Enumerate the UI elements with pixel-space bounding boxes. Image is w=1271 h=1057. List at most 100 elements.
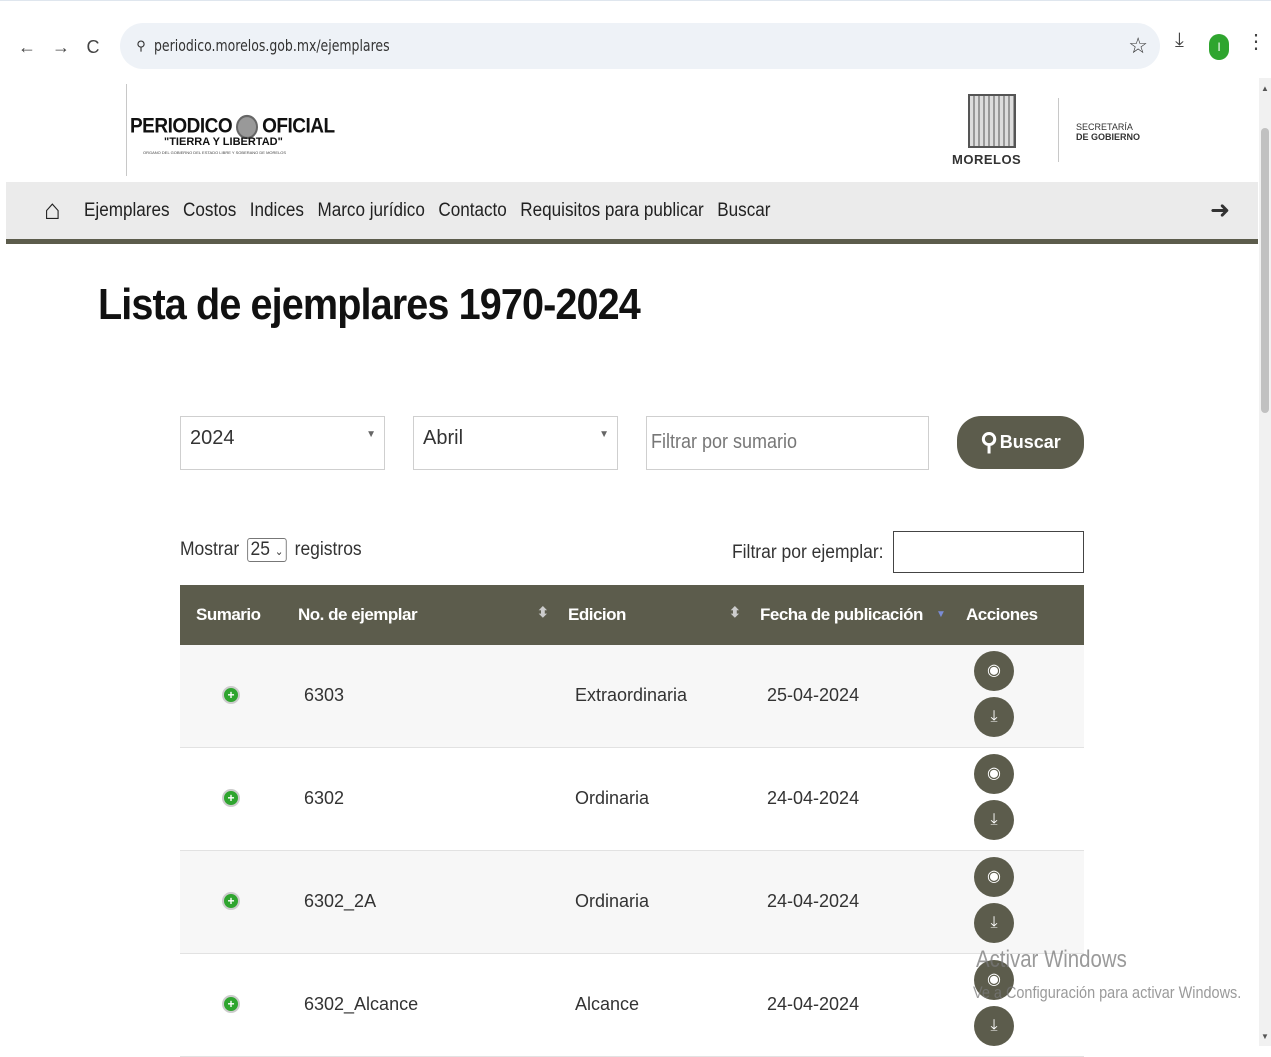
expand-plus-icon[interactable]: + [222,995,240,1013]
download-icon: ⤓ [990,1017,998,1034]
login-icon[interactable]: ➜ [1210,196,1230,225]
month-value: Abril [423,427,464,449]
cell-edicion: Ordinaria [575,788,650,808]
download-button[interactable]: ⤓ [974,800,1014,840]
ejemplares-table: Sumario No. de ejemplar ⬍ Edicion ⬍ Fech… [180,585,1084,1057]
nav-item-buscar[interactable]: Buscar [717,200,770,222]
page-length-select[interactable]: 25 ⌄ [246,538,288,562]
chevron-down-icon: ▼ [599,429,609,440]
view-button[interactable]: ◉ [974,754,1014,794]
browser-toolbar: ← → C ⚲ periodico.morelos.gob.mx/ejempla… [0,0,1271,78]
site-info-icon[interactable]: ⚲ [128,33,154,59]
search-icon: ⚲ [980,429,998,456]
search-button-label: Buscar [999,432,1061,452]
back-icon: ← [18,37,36,57]
reload-button[interactable]: C [82,33,104,61]
cell-edicion: Ordinaria [575,891,650,911]
logo-tagline: ORGANO DEL GOBIERNO DEL ESTADO LIBRE Y S… [143,150,287,155]
header-sumario[interactable]: Sumario [196,605,261,625]
secretaria-logo: SECRETARÍA DE GOBIERNO [1076,122,1140,142]
show-prefix: Mostrar [180,539,240,560]
sumario-placeholder: Filtrar por sumario [651,431,798,453]
cell-fecha: 24-04-2024 [767,891,860,911]
year-select[interactable]: 2024 ▼ [180,416,385,470]
nav-item-contacto[interactable]: Contacto [438,200,506,222]
page-scrollbar[interactable]: ▲ ▼ [1259,78,1271,1046]
chevron-down-icon: ▼ [366,429,376,440]
header-acciones: Acciones [966,605,1038,624]
download-button[interactable]: ⤓ [974,1006,1014,1046]
cell-fecha: 24-04-2024 [767,788,860,808]
header-numero[interactable]: No. de ejemplar [298,605,418,625]
expand-plus-icon[interactable]: + [222,686,240,704]
header-divider [1058,98,1059,162]
year-value: 2024 [190,427,235,449]
sort-desc-icon[interactable]: ▼ [936,609,946,620]
site-header: PERIODICO OFICIAL "TIERRA Y LIBERTAD" ORG… [6,78,1258,182]
bookmark-star-icon[interactable]: ☆ [1128,33,1148,59]
scroll-down-icon[interactable]: ▼ [1261,1032,1269,1041]
view-button[interactable]: ◉ [974,857,1014,897]
cell-edicion: Extraordinaria [575,685,688,705]
eye-icon: ◉ [987,765,1001,782]
downloads-icon[interactable]: ⤓ [1175,29,1184,52]
forward-icon: → [52,37,70,57]
logo-left-text: PERIODICO [130,114,233,139]
nav-item-indices[interactable]: Indices [250,200,304,222]
home-icon[interactable]: ⌂ [44,194,61,226]
download-icon: ⤓ [990,708,998,725]
cell-numero: 6302_Alcance [304,994,419,1014]
table-row: + 6302_Alcance Alcance 24-04-2024 ◉ ⤓ [180,954,1084,1057]
browser-menu-icon[interactable]: ⋮ [1246,29,1266,54]
profile-avatar[interactable]: I [1209,34,1229,60]
page-title: Lista de ejemplares 1970-2024 [98,280,641,329]
tab-strip [0,1,1271,15]
main-navigation: ⌂ Ejemplares Costos Indices Marco jurídi… [6,182,1258,244]
cell-numero: 6303 [304,685,345,705]
search-button[interactable]: ⚲ Buscar [957,416,1084,469]
ejemplar-filter-input[interactable] [893,531,1084,573]
windows-activation-title: Activar Windows [976,946,1127,973]
header-edicion[interactable]: Edicion [568,605,626,625]
sort-icon[interactable]: ⬍ [537,604,549,621]
show-suffix: registros [294,539,362,560]
forward-button[interactable]: → [50,33,72,61]
page-length-value: 25 [250,539,271,560]
sumario-filter-input[interactable]: Filtrar por sumario [646,416,929,470]
eye-icon: ◉ [987,868,1001,885]
download-button[interactable]: ⤓ [974,903,1014,943]
sort-icon[interactable]: ⬍ [729,604,741,621]
back-button[interactable]: ← [16,33,38,61]
logo-right-text: OFICIAL [262,114,335,139]
nav-item-requisitos[interactable]: Requisitos para publicar [520,200,703,222]
month-select[interactable]: Abril ▼ [413,416,618,470]
table-header: Sumario No. de ejemplar ⬍ Edicion ⬍ Fech… [180,585,1084,645]
logo-subtitle: "TIERRA Y LIBERTAD" [164,136,283,148]
nav-item-marco-juridico[interactable]: Marco jurídico [317,200,424,222]
cell-edicion: Alcance [575,994,640,1014]
chevron-down-icon: ⌄ [274,546,284,558]
logo-divider [126,84,127,176]
header-fecha[interactable]: Fecha de publicación [760,605,923,625]
table-row: + 6303 Extraordinaria 25-04-2024 ◉ ⤓ [180,645,1084,748]
scroll-thumb[interactable] [1261,128,1269,413]
nav-item-ejemplares[interactable]: Ejemplares [84,200,170,222]
address-bar[interactable]: ⚲ periodico.morelos.gob.mx/ejemplares ☆ [120,23,1160,69]
expand-plus-icon[interactable]: + [222,789,240,807]
cell-fecha: 25-04-2024 [767,685,860,705]
page-length-control: Mostrar 25 ⌄ registros [180,538,362,562]
secretaria-line1: SECRETARÍA [1076,122,1133,132]
state-name: MORELOS [952,152,1022,167]
nav-links: Ejemplares Costos Indices Marco jurídico… [84,200,770,222]
view-button[interactable]: ◉ [974,651,1014,691]
ejemplar-filter-label: Filtrar por ejemplar: [732,542,884,563]
url-text[interactable]: periodico.morelos.gob.mx/ejemplares [154,36,390,55]
reload-icon: C [86,37,100,57]
scroll-up-icon[interactable]: ▲ [1261,84,1269,93]
cell-numero: 6302_2A [304,891,377,911]
table-row: + 6302_2A Ordinaria 24-04-2024 ◉ ⤓ [180,851,1084,954]
nav-item-costos[interactable]: Costos [183,200,236,222]
download-button[interactable]: ⤓ [974,697,1014,737]
cell-fecha: 24-04-2024 [767,994,860,1014]
expand-plus-icon[interactable]: + [222,892,240,910]
